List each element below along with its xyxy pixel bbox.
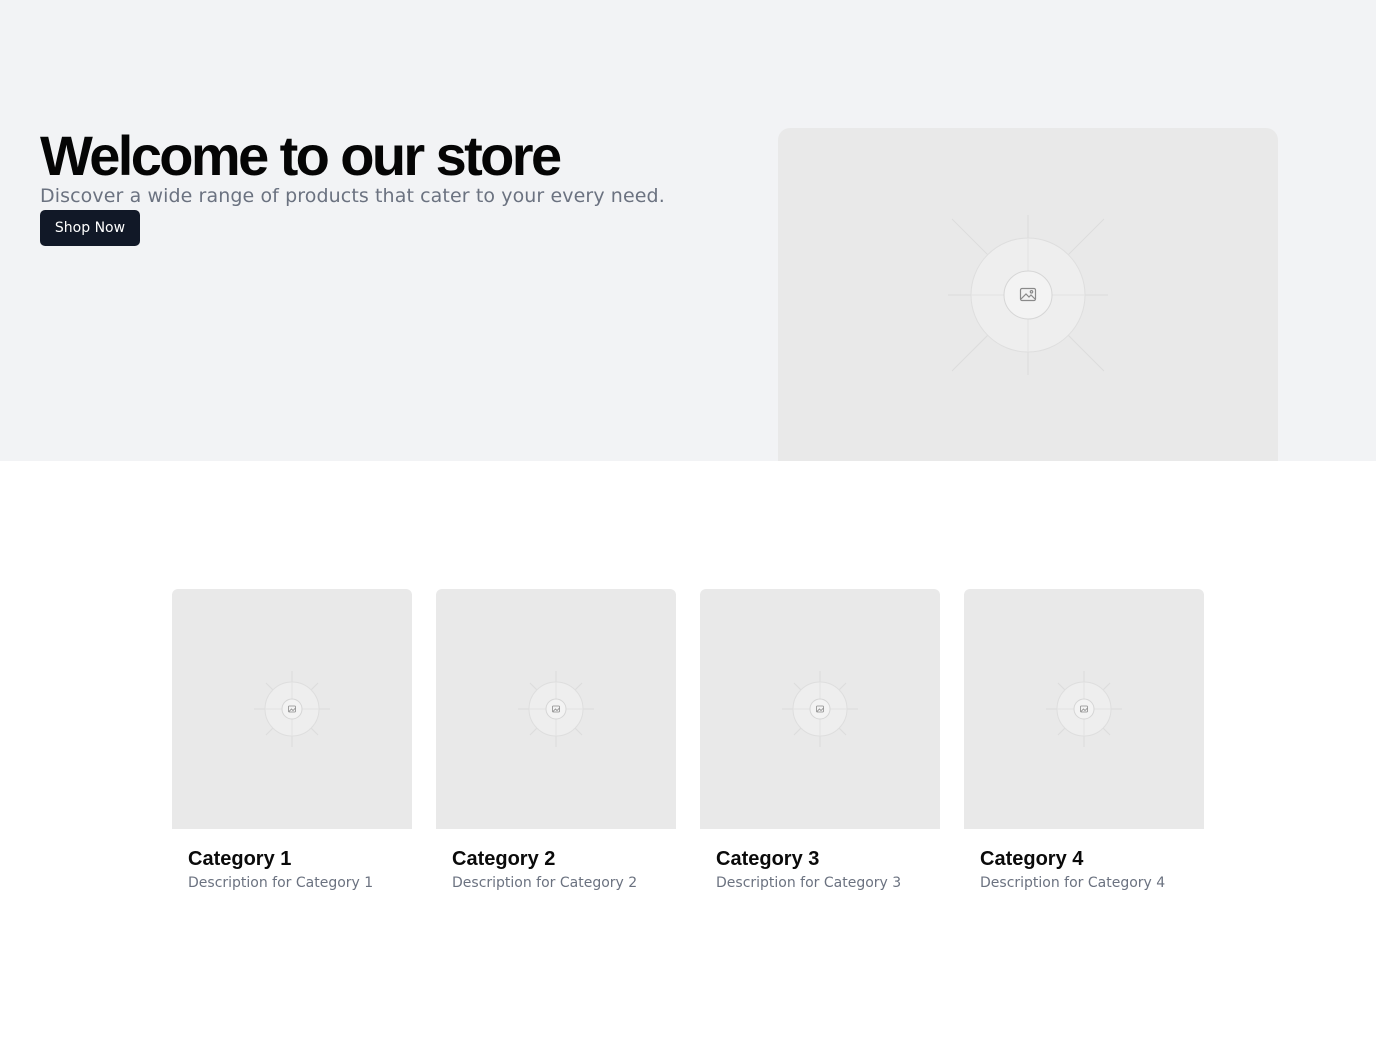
category-image-placeholder [700,589,940,829]
category-title: Category 3 [716,848,820,870]
shop-now-button[interactable]: Shop Now [40,210,140,246]
image-placeholder-icon [1046,671,1122,747]
category-description: Description for Category 3 [716,875,902,891]
category-image-placeholder [172,589,412,829]
image-placeholder-icon [948,215,1108,375]
category-description: Description for Category 4 [980,875,1166,891]
hero-subtitle: Discover a wide range of products that c… [40,185,665,207]
hero-image-placeholder [778,128,1278,461]
category-card[interactable]: Category 4 Description for Category 4 [964,589,1204,899]
category-description: Description for Category 2 [452,875,638,891]
category-title: Category 2 [452,848,556,870]
category-card[interactable]: Category 2 Description for Category 2 [436,589,676,899]
category-description: Description for Category 1 [188,875,374,891]
image-placeholder-icon [782,671,858,747]
category-card[interactable]: Category 1 Description for Category 1 [172,589,412,899]
hero-title: Welcome to our store [40,124,562,187]
image-placeholder-icon [254,671,330,747]
category-image-placeholder [436,589,676,829]
hero-section: Welcome to our store Discover a wide ran… [0,0,1376,461]
category-title: Category 4 [980,848,1084,870]
category-card[interactable]: Category 3 Description for Category 3 [700,589,940,899]
image-placeholder-icon [518,671,594,747]
category-title: Category 1 [188,848,292,870]
category-image-placeholder [964,589,1204,829]
